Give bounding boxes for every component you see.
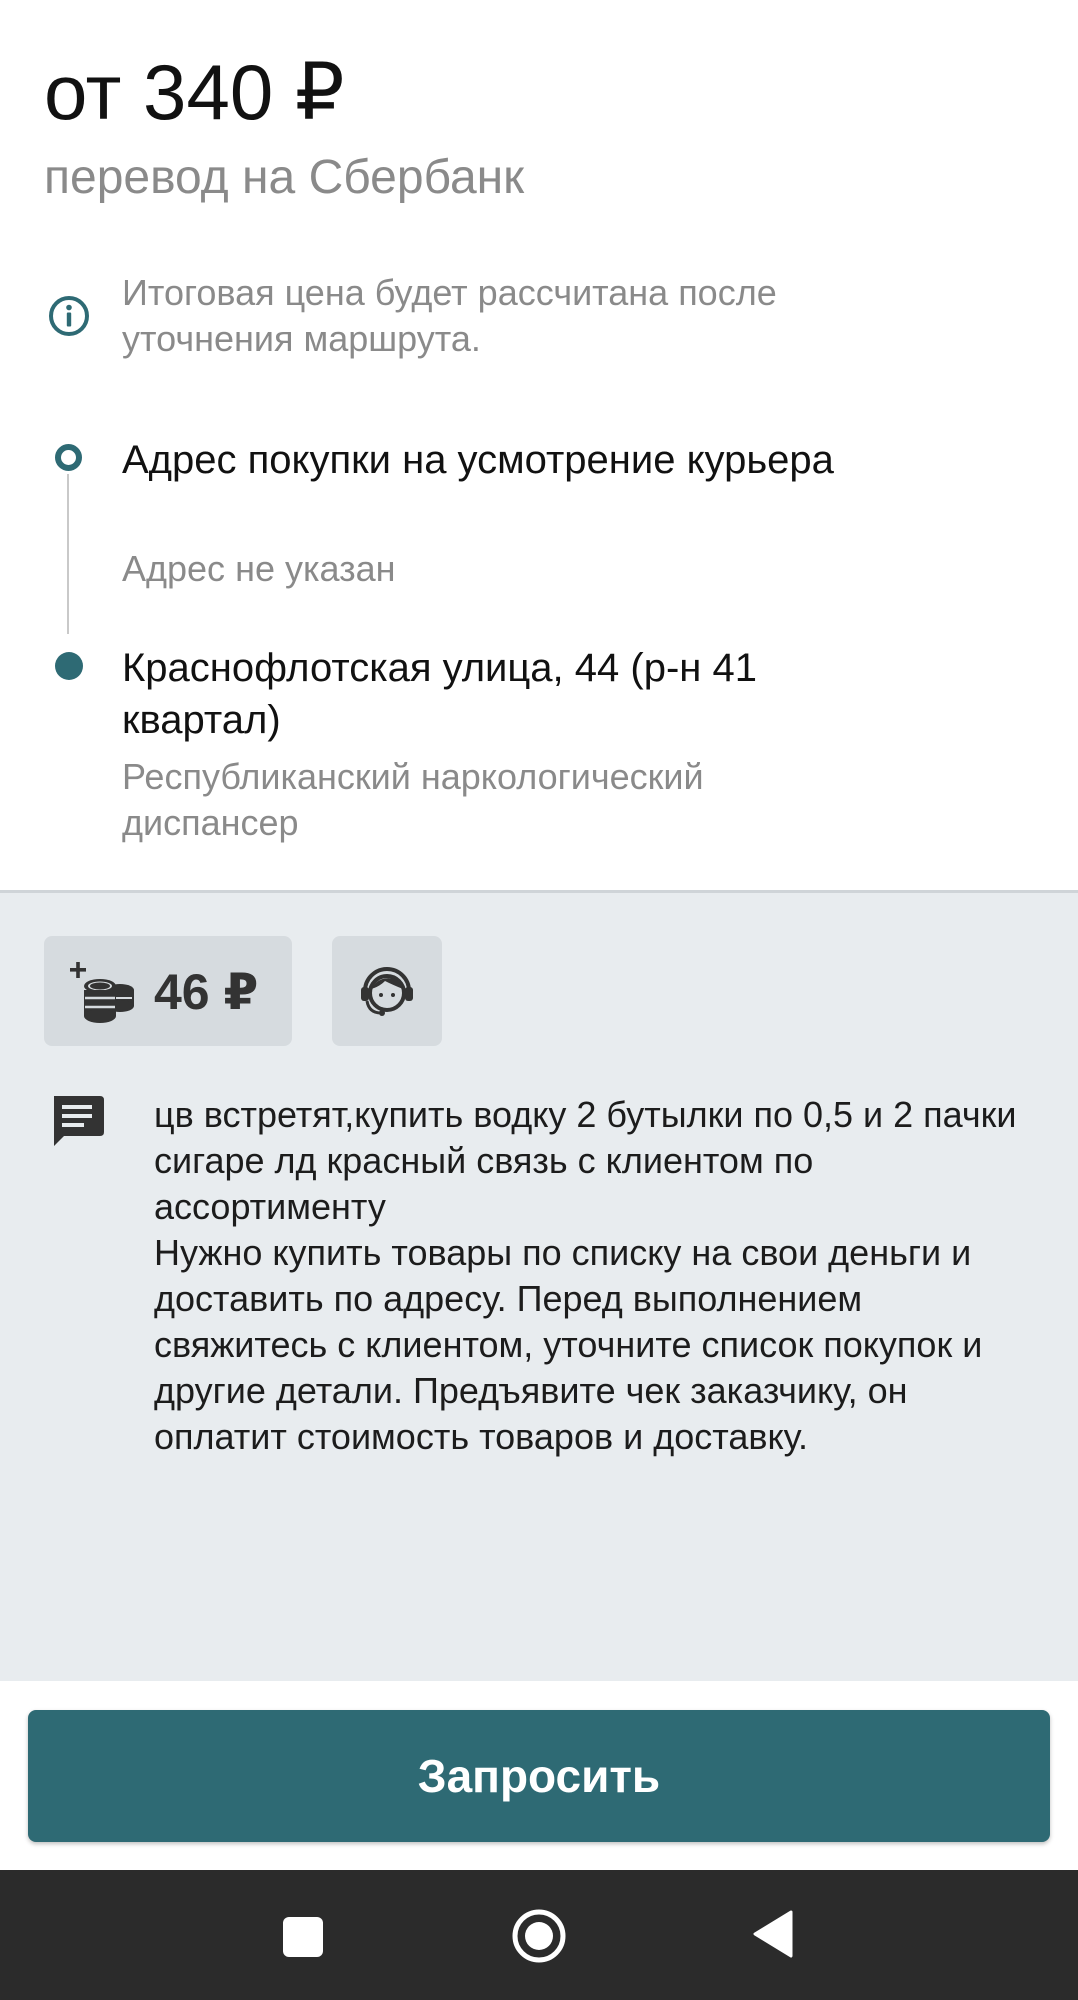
system-navigation-bar (0, 1870, 1078, 2000)
support-button[interactable] (332, 936, 442, 1046)
pickup-address-title[interactable]: Адрес покупки на усмотрение курьера (122, 434, 882, 486)
back-icon[interactable] (751, 1910, 795, 1958)
route-start-marker-icon (55, 444, 82, 471)
pickup-address-subtitle: Адрес не указан (122, 548, 396, 589)
recents-icon[interactable] (283, 1917, 323, 1957)
bonus-value: 46 ₽ (154, 964, 259, 1020)
route-connector-line (67, 474, 69, 634)
info-icon (49, 296, 89, 336)
order-summary-section: от 340 ₽ перевод на Сбербанк Итоговая це… (0, 0, 1078, 892)
price-note: Итоговая цена будет рассчитана после уто… (122, 272, 777, 359)
support-agent-icon (361, 967, 413, 1016)
order-price: от 340 ₽ (44, 48, 345, 136)
home-icon[interactable] (511, 1908, 567, 1964)
order-details-screen: от 340 ₽ перевод на Сбербанк Итоговая це… (0, 0, 1078, 2000)
bonus-chip[interactable]: 46 ₽ (44, 936, 292, 1046)
request-button[interactable]: Запросить (28, 1710, 1050, 1842)
comment-icon (54, 1096, 104, 1146)
order-comment: цв встретят,купить водку 2 бутылки по 0,… (154, 1094, 1017, 1457)
route-end-marker-icon (55, 652, 83, 680)
payment-method: перевод на Сбербанк (44, 151, 525, 204)
dropoff-address-title[interactable]: Краснофлотская улица, 44 (р-н 41 квартал… (122, 642, 882, 746)
dropoff-address-subtitle: Республиканский наркологический диспансе… (122, 756, 704, 843)
coins-plus-icon (70, 962, 134, 1023)
